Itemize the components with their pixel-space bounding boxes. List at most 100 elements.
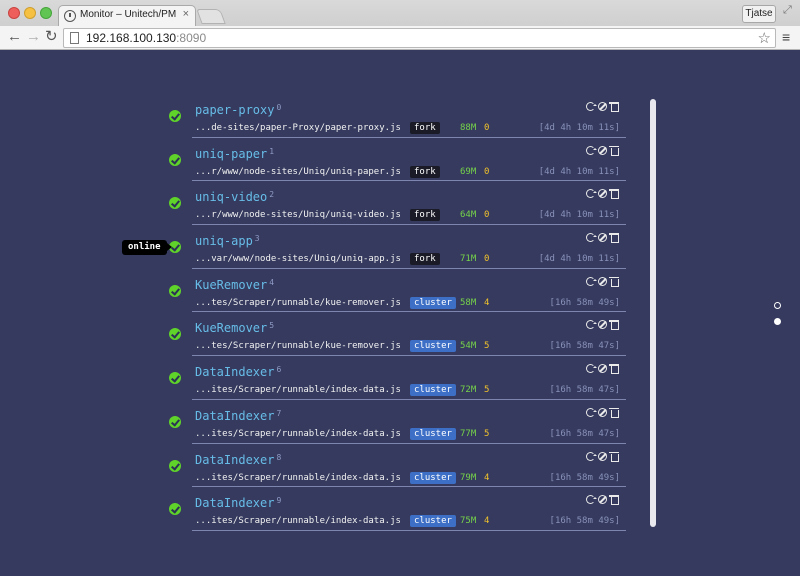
restart-icon[interactable]	[586, 233, 597, 243]
process-script-path: ...var/www/node-sites/Uniq/uniq-app.js	[195, 254, 401, 265]
trash-icon[interactable]	[609, 320, 619, 331]
restart-count: 0	[484, 166, 490, 177]
uptime: [16h 58m 49s]	[549, 472, 620, 483]
trash-icon[interactable]	[609, 233, 619, 244]
page-dot-2[interactable]	[774, 318, 781, 325]
browser-tab[interactable]: Monitor – Unitech/PM2 ×	[58, 5, 196, 26]
trash-icon[interactable]	[609, 189, 619, 200]
memory-usage: 79M	[460, 472, 477, 483]
stop-icon[interactable]	[598, 320, 607, 330]
restart-icon[interactable]	[586, 145, 597, 155]
online-status-icon[interactable]	[169, 153, 181, 166]
close-window-button[interactable]	[8, 7, 20, 19]
process-name: uniq-video	[195, 190, 268, 205]
zoom-window-button[interactable]	[40, 7, 52, 19]
restart-icon[interactable]	[586, 320, 597, 330]
process-name: DataIndexer	[195, 365, 275, 380]
online-status-icon[interactable]	[169, 459, 181, 472]
restart-icon[interactable]	[586, 364, 597, 374]
star-icon[interactable]: ☆	[758, 29, 771, 47]
status-tooltip: online	[122, 240, 171, 255]
process-name-line: paper-proxy 0	[195, 103, 281, 117]
exec-mode-badge: cluster	[410, 471, 456, 484]
restart-icon[interactable]	[586, 495, 597, 505]
memory-usage: 72M	[460, 385, 477, 396]
process-name: KueRemover	[195, 277, 268, 292]
process-name-line: uniq-video 2	[195, 190, 274, 204]
trash-icon[interactable]	[609, 145, 619, 156]
back-arrow-icon[interactable]: ←	[7, 28, 22, 46]
forward-arrow-icon[interactable]: →	[26, 28, 41, 46]
stop-icon[interactable]	[598, 495, 607, 505]
uptime: [4d 4h 10m 11s]	[538, 166, 620, 177]
memory-usage: 75M	[460, 516, 477, 527]
process-script-path: ...ites/Scraper/runnable/index-data.js	[195, 428, 401, 439]
process-name: uniq-app	[195, 234, 253, 249]
trash-icon[interactable]	[609, 451, 619, 462]
online-status-icon[interactable]	[169, 197, 181, 210]
process-name-line: uniq-paper 1	[195, 147, 274, 161]
new-tab-button[interactable]	[196, 9, 226, 24]
trash-icon[interactable]	[609, 276, 619, 287]
profile-button[interactable]: Tjatse	[742, 5, 776, 23]
close-tab-icon[interactable]: ×	[183, 8, 189, 20]
memory-usage: 77M	[460, 428, 477, 439]
restart-count: 5	[484, 385, 490, 396]
memory-usage: 64M	[460, 210, 477, 221]
process-name: DataIndexer	[195, 496, 275, 511]
stop-icon[interactable]	[598, 145, 607, 155]
restart-icon[interactable]	[586, 189, 597, 199]
trash-icon[interactable]	[609, 102, 619, 112]
process-row-2: uniq-video 2 ...r/www/node-sites/Uniq/uni…	[164, 181, 626, 225]
process-row-4: KueRemover 4 ...tes/Scraper/runnable/kue-…	[164, 269, 626, 313]
stop-icon[interactable]	[598, 189, 607, 199]
process-row-8: DataIndexer 8 ...ites/Scraper/runnable/in…	[164, 444, 626, 488]
process-id: 3	[254, 234, 260, 244]
restart-icon[interactable]	[586, 451, 597, 461]
trash-icon[interactable]	[609, 364, 619, 375]
restart-count: 0	[484, 210, 490, 221]
page-icon	[70, 32, 79, 44]
reload-icon[interactable]: ↻	[45, 28, 58, 46]
restart-count: 5	[484, 341, 490, 352]
process-script-path: ...tes/Scraper/runnable/kue-remover.js	[195, 297, 401, 308]
online-status-icon[interactable]	[169, 328, 181, 341]
online-status-icon[interactable]	[169, 415, 181, 428]
memory-usage: 69M	[460, 166, 477, 177]
online-status-icon[interactable]	[169, 110, 181, 122]
process-script-path: ...ites/Scraper/runnable/index-data.js	[195, 385, 401, 396]
online-status-icon[interactable]	[169, 372, 181, 385]
address-bar[interactable]: 192.168.100.130:8090 ☆	[63, 28, 776, 48]
restart-icon[interactable]	[586, 276, 597, 286]
url-host: 192.168.100.130	[86, 31, 177, 45]
restart-count: 4	[484, 516, 490, 527]
online-status-icon[interactable]	[169, 284, 181, 297]
process-script-path: ...de-sites/paper-Proxy/paper-proxy.js	[195, 123, 401, 133]
fullscreen-icon[interactable]: ⤢	[783, 4, 792, 17]
process-id: 4	[269, 277, 275, 287]
exec-mode-badge: cluster	[410, 515, 456, 528]
exec-mode-badge: cluster	[410, 296, 456, 309]
process-row-1: uniq-paper 1 ...r/www/node-sites/Uniq/uni…	[164, 138, 626, 182]
process-name-line: KueRemover 4	[195, 278, 274, 292]
stop-icon[interactable]	[598, 451, 607, 461]
process-name-line: uniq-app 3	[195, 234, 260, 248]
stop-icon[interactable]	[598, 364, 607, 374]
stop-icon[interactable]	[598, 407, 607, 417]
scrollbar[interactable]	[650, 99, 656, 527]
trash-icon[interactable]	[609, 407, 619, 418]
menu-icon[interactable]: ≡	[782, 29, 790, 45]
trash-icon[interactable]	[609, 495, 619, 506]
restart-icon[interactable]	[586, 407, 597, 417]
minimize-window-button[interactable]	[24, 7, 36, 19]
tab-title: Monitor – Unitech/PM2	[80, 9, 176, 20]
scrollbar-thumb[interactable]	[650, 99, 656, 527]
exec-mode-badge: cluster	[410, 340, 456, 353]
process-script-path: ...r/www/node-sites/Uniq/uniq-video.js	[195, 210, 401, 221]
stop-icon[interactable]	[598, 102, 607, 111]
page-dot-1[interactable]	[774, 302, 781, 309]
stop-icon[interactable]	[598, 233, 607, 243]
restart-icon[interactable]	[586, 102, 597, 111]
online-status-icon[interactable]	[169, 503, 181, 516]
stop-icon[interactable]	[598, 276, 607, 286]
